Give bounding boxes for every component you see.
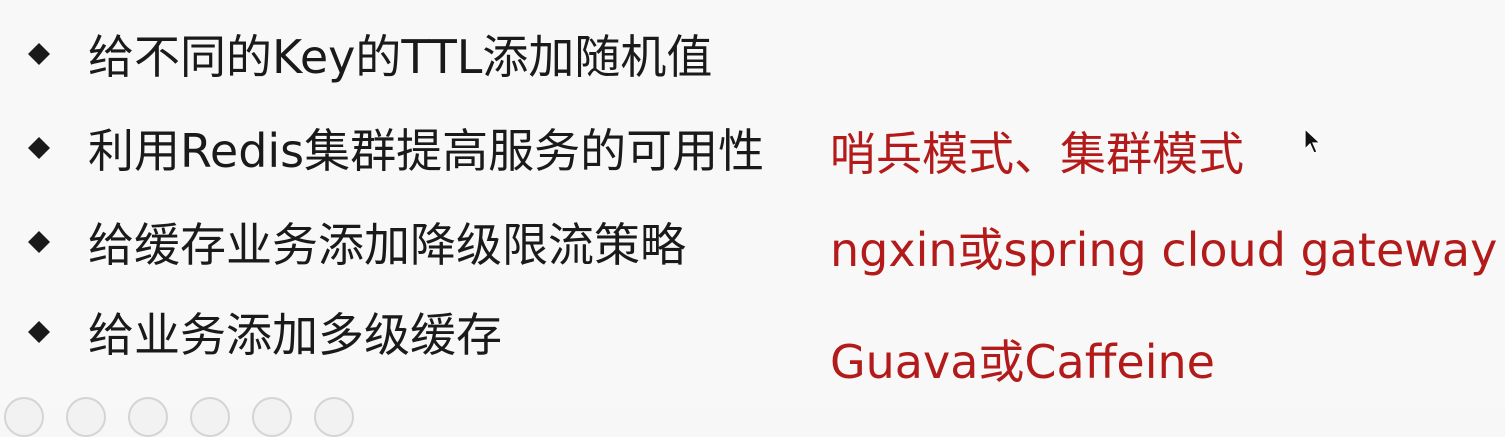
toolbar-button[interactable]: [128, 397, 168, 437]
bullet-item-4: 给业务添加多级缓存: [28, 302, 502, 362]
bullet-text: 给业务添加多级缓存: [88, 308, 502, 362]
bullet-item-3: 给缓存业务添加降级限流策略: [28, 212, 686, 272]
note-gateway: ngxin或spring cloud gateway: [830, 223, 1498, 277]
toolbar-button[interactable]: [252, 397, 292, 437]
diamond-bullet-icon: [28, 231, 50, 253]
bullet-text: 给不同的Key的TTL添加随机值: [88, 30, 713, 84]
toolbar-button[interactable]: [190, 397, 230, 437]
bullet-item-1: 给不同的Key的TTL添加随机值: [28, 24, 712, 84]
presentation-toolbar: [0, 397, 354, 437]
slide: 给不同的Key的TTL添加随机值 利用Redis集群提高服务的可用性 给缓存业务…: [0, 0, 1505, 437]
toolbar-button[interactable]: [314, 397, 354, 437]
toolbar-button[interactable]: [66, 397, 106, 437]
note-local-cache: Guava或Caffeine: [830, 335, 1215, 389]
toolbar-button[interactable]: [4, 397, 44, 437]
diamond-bullet-icon: [28, 321, 50, 343]
mouse-pointer-icon: [1304, 127, 1322, 159]
bullet-text: 给缓存业务添加降级限流策略: [88, 218, 686, 272]
diamond-bullet-icon: [28, 137, 50, 159]
bullet-text: 利用Redis集群提高服务的可用性: [88, 124, 765, 178]
diamond-bullet-icon: [28, 43, 50, 65]
bullet-item-2: 利用Redis集群提高服务的可用性: [28, 118, 764, 178]
note-sentinel-cluster: 哨兵模式、集群模式: [830, 127, 1244, 181]
